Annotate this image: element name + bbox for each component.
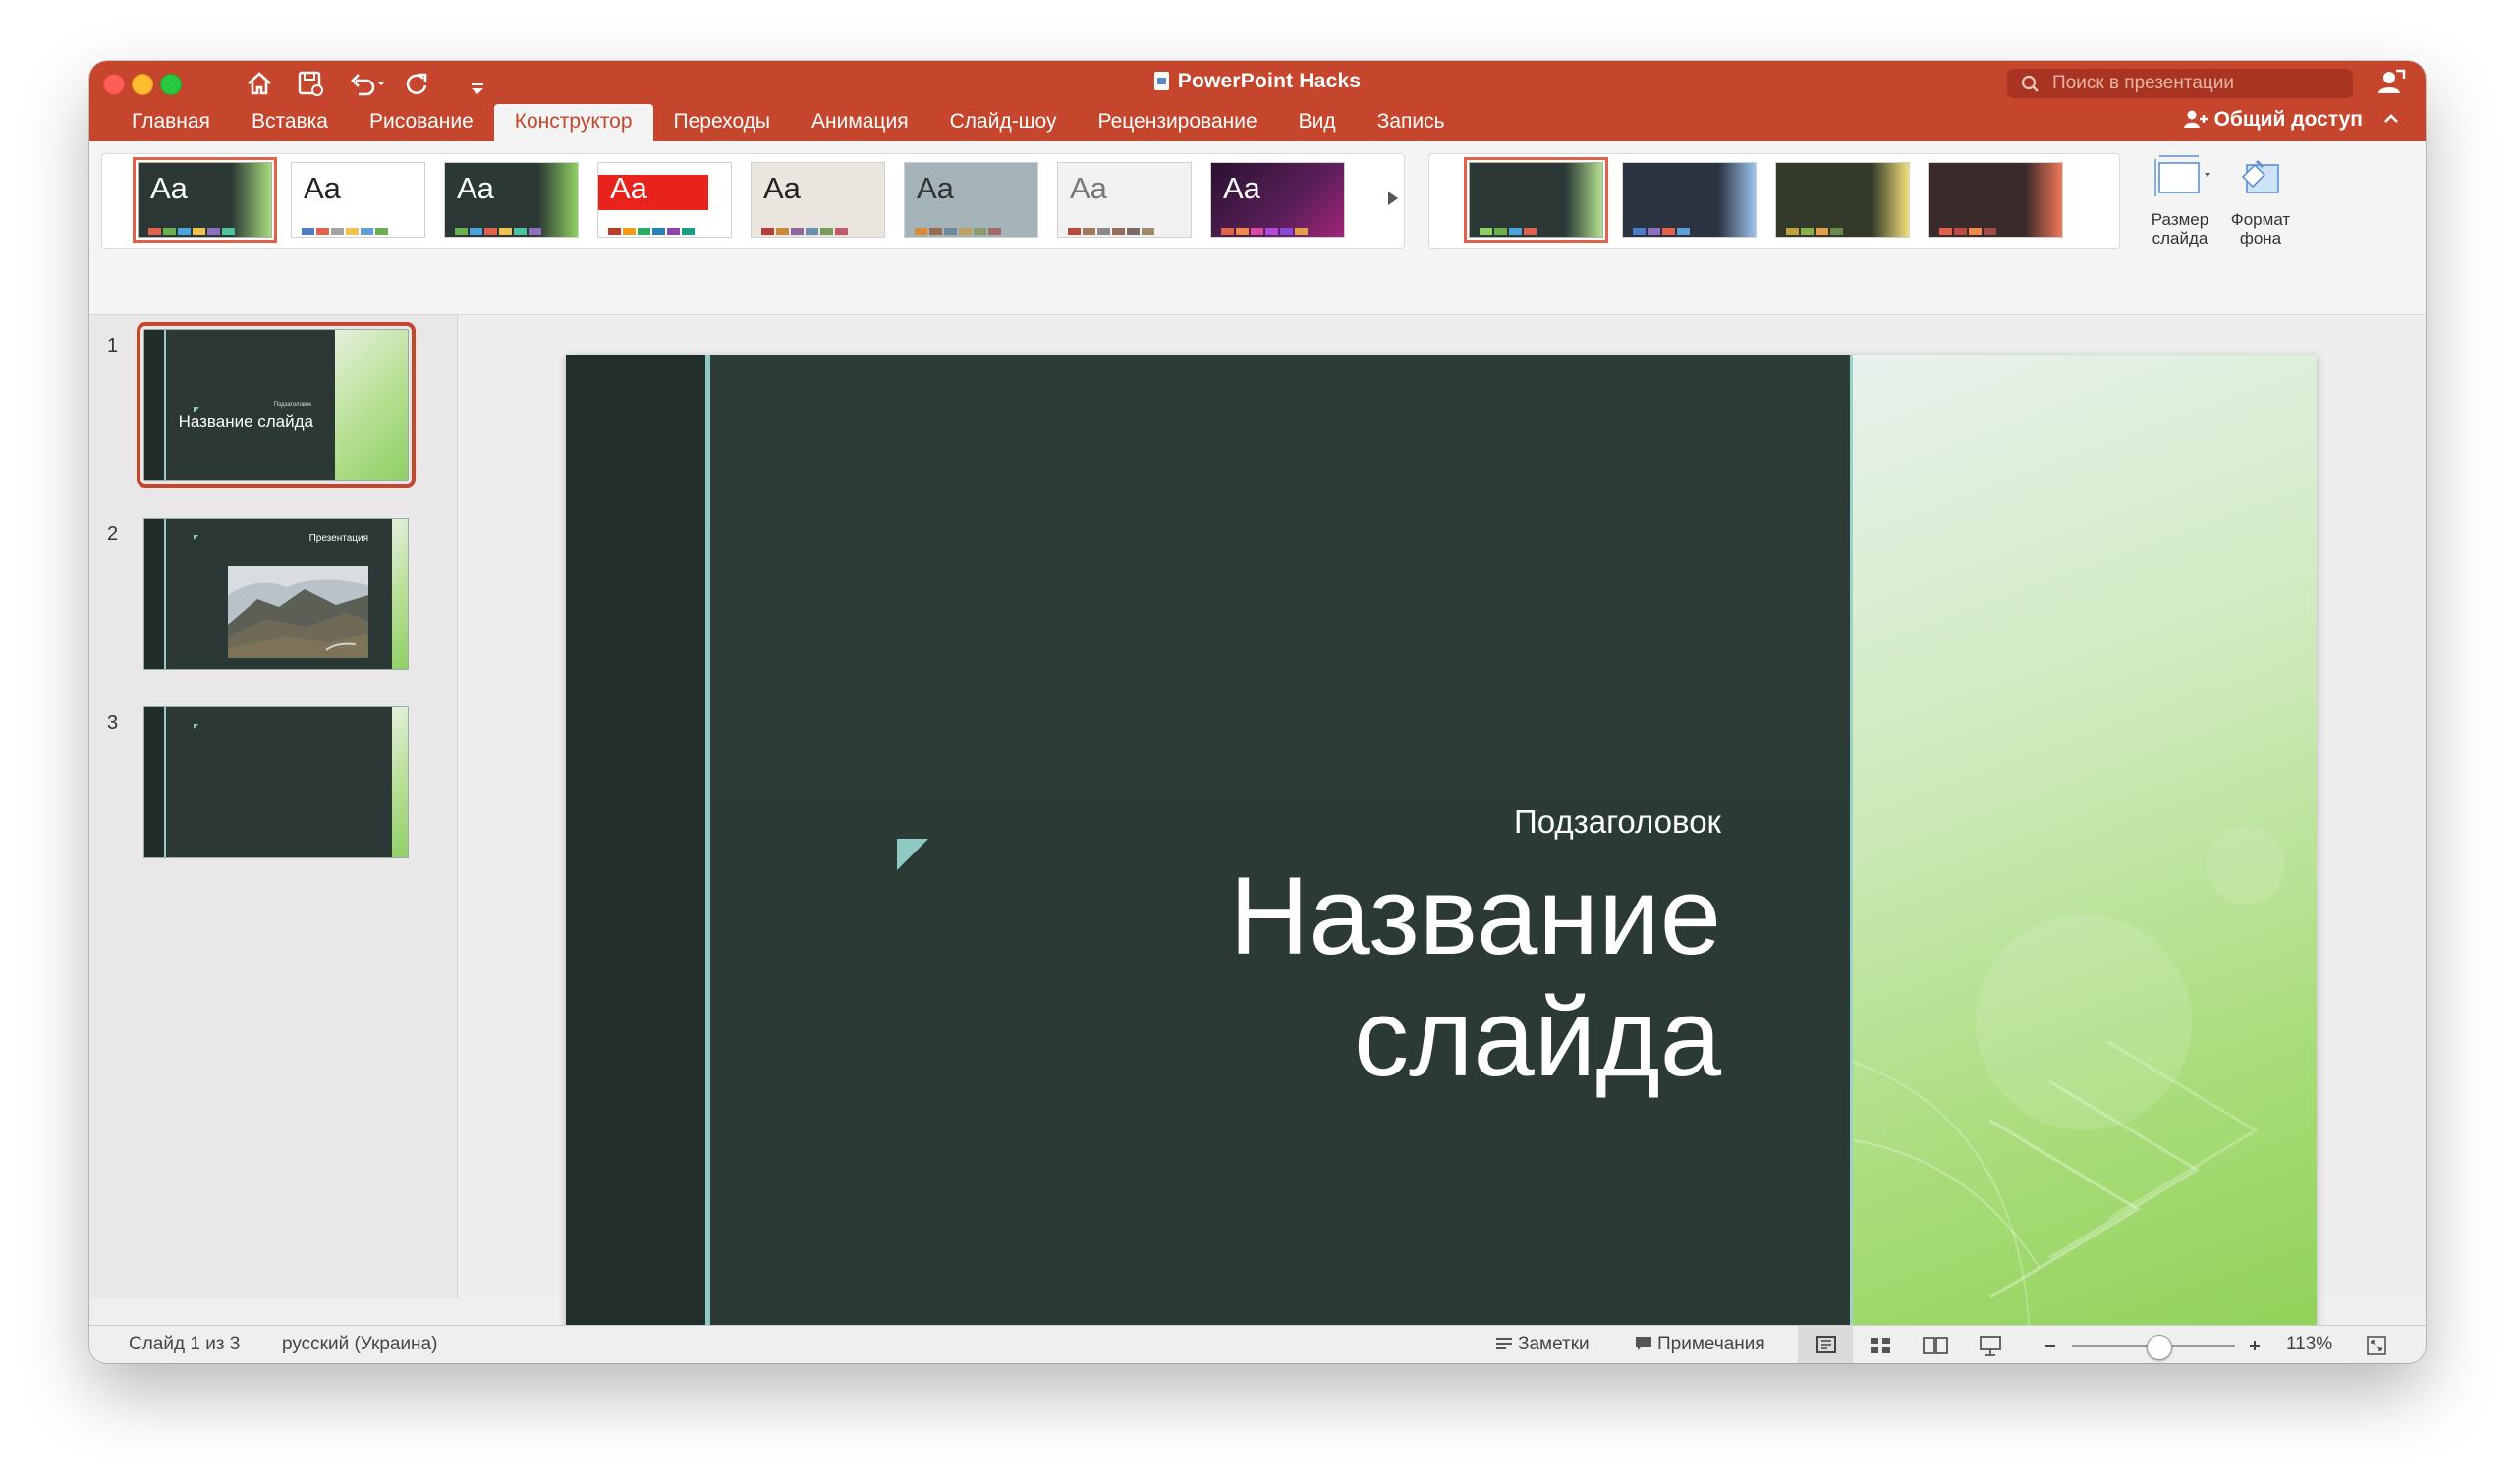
variants-gallery [1428,153,2120,249]
grid-view-icon [1871,1338,1890,1353]
variant-color-swatches [1939,222,1998,235]
normal-view-button[interactable] [1798,1326,1853,1363]
chevron-pattern [1853,826,2285,1338]
tab-insert[interactable]: Вставка [231,104,349,141]
tab-view[interactable]: Вид [1278,104,1357,141]
search-icon [2021,75,2039,92]
theme-color-swatches [148,222,237,235]
normal-view-icon [1816,1336,1836,1353]
theme-sample-text: Aa [610,171,647,205]
account-icon[interactable] [2376,67,2406,96]
fit-to-window-icon[interactable] [2366,1335,2387,1356]
variant-color-swatches [1786,222,1845,235]
variant-color-swatches [1480,222,1538,235]
slide-number: 1 [107,335,119,357]
zoom-out-icon[interactable] [2042,1338,2058,1353]
share-button[interactable]: Общий доступ [2183,108,2363,132]
reading-view-button[interactable] [1908,1326,1963,1363]
slide-sorter-button[interactable] [1853,1326,1908,1363]
tab-design[interactable]: Конструктор [493,104,653,141]
mountain-photo [228,566,368,658]
variant-thumbnail-4[interactable] [1928,162,2063,238]
slide-subtitle[interactable]: Подзаголовок [1514,803,1721,841]
slide-thumbnail-3[interactable] [143,706,409,858]
tab-record[interactable]: Запись [1357,104,1466,141]
slide-number: 2 [107,523,119,545]
theme-sample-text: Aa [150,171,188,205]
green-decorative-panel [1850,355,2317,1338]
comments-button[interactable]: Примечания [1634,1334,1765,1355]
variant-thumbnail-2[interactable] [1622,162,1757,238]
theme-thumbnail-4[interactable]: Aa [597,162,732,238]
add-person-icon [2183,110,2208,128]
slideshow-button[interactable] [1963,1326,2018,1363]
theme-thumbnail-8[interactable]: Aa [1210,162,1345,238]
slide-counter: Слайд 1 из 3 [129,1334,241,1354]
tab-draw[interactable]: Рисование [349,104,494,141]
theme-thumbnail-2[interactable]: Aa [291,162,425,238]
search-input[interactable]: Поиск в презентации [2007,69,2353,98]
title-bar: PowerPoint Hacks Поиск в презентации Гла… [89,61,2426,141]
current-slide[interactable]: Подзаголовок Название слайда [566,355,2317,1338]
theme-thumbnail-3[interactable]: Aa [444,162,579,238]
theme-sample-text: Aa [457,171,494,205]
design-ribbon: Aa Aa Aa Aa Aa Aa Aa Aa Размер слайда Формат фо… [89,141,2426,315]
slide-editor: Подзаголовок Название слайда [458,315,2426,1338]
presentation-icon [1980,1336,2001,1356]
theme-sample-text: Aa [1070,171,1107,205]
theme-sample-text: Aa [917,171,954,205]
tab-transitions[interactable]: Переходы [653,104,792,141]
format-background-button[interactable]: Формат фона [2219,151,2302,247]
slide-size-button[interactable]: Размер слайда [2139,151,2221,247]
themes-gallery: Aa Aa Aa Aa Aa Aa Aa Aa [101,153,1405,249]
notes-button[interactable]: Заметки [1494,1334,1590,1355]
status-bar: Слайд 1 из 3 русский (Украина) Заметки П… [89,1325,2426,1363]
variant-color-swatches [1633,222,1692,235]
tab-slideshow[interactable]: Слайд-шоу [929,104,1078,141]
zoom-slider-handle[interactable] [2147,1335,2172,1360]
theme-thumbnail-7[interactable]: Aa [1057,162,1192,238]
theme-color-swatches [1068,222,1156,235]
slide-thumbnails-pane: 1 Подзаголовок Название слайда 2 Презент… [89,315,458,1298]
theme-color-swatches [608,222,697,235]
collapse-ribbon-icon[interactable] [2382,110,2400,128]
zoom-in-icon[interactable] [2247,1338,2263,1353]
language-indicator[interactable]: русский (Украина) [282,1334,437,1355]
theme-color-swatches [761,222,850,235]
slide-thumbnail-2[interactable]: Презентация [143,518,409,670]
slide-thumbnail-1[interactable]: Подзаголовок Название слайда [137,322,416,488]
theme-sample-text: Aa [763,171,801,205]
theme-color-swatches [455,222,543,235]
tab-animations[interactable]: Анимация [791,104,929,141]
theme-color-swatches [1221,222,1310,235]
zoom-level[interactable]: 113% [2286,1334,2332,1355]
theme-color-swatches [915,222,1003,235]
comment-icon [1636,1337,1651,1350]
slide-number: 3 [107,712,119,734]
theme-thumbnail-5[interactable]: Aa [751,162,885,238]
tab-review[interactable]: Рецензирование [1077,104,1277,141]
document-icon [1153,72,1169,90]
more-themes-arrow[interactable] [1388,192,1398,205]
variant-thumbnail-1[interactable] [1464,157,1608,243]
powerpoint-window: PowerPoint Hacks Поиск в презентации Гла… [89,61,2426,1363]
variant-thumbnail-3[interactable] [1775,162,1910,238]
notes-icon [1496,1338,1512,1349]
tab-home[interactable]: Главная [111,104,231,141]
book-icon [1923,1337,1948,1354]
slide-title[interactable]: Название слайда [837,855,1722,1099]
theme-sample-text: Aa [1223,171,1260,205]
theme-thumbnail-6[interactable]: Aa [904,162,1038,238]
format-background-icon [2241,159,2279,193]
theme-color-swatches [302,222,390,235]
slide-size-icon [2154,155,2210,196]
theme-sample-text: Aa [304,171,341,205]
ribbon-tabs: Главная Вставка Рисование Конструктор Перехо… [111,104,1466,141]
theme-thumbnail-1[interactable]: Aa [133,157,277,243]
